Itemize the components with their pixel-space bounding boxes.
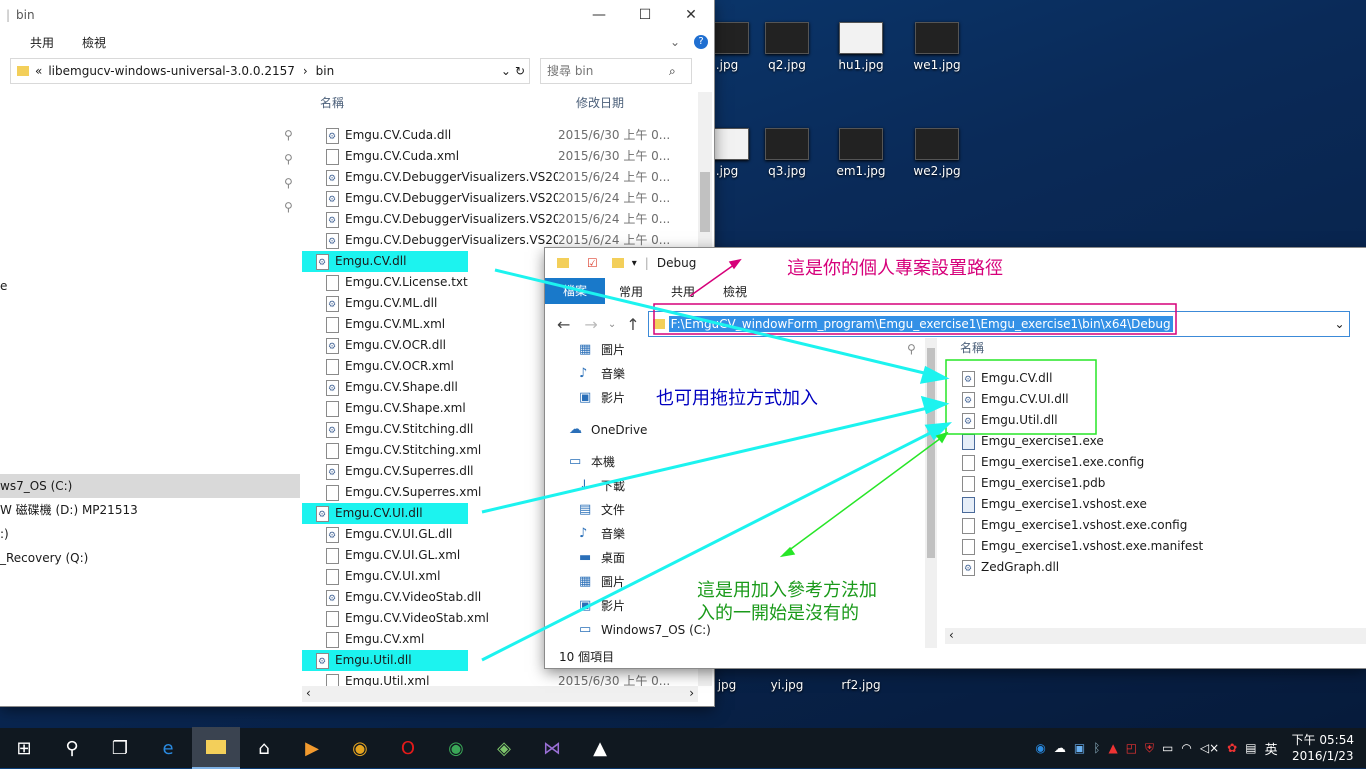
taskbar: ⊞ ⚲ ❐ e ⌂ ▶ ◉ O ◉ ◈ ⋈ ▲ ◉ ☁ ▣ ᛒ ▲ ◰ ⛨ ▭ … [0, 727, 1366, 769]
path-highlight-box [653, 303, 1177, 335]
bluetooth-icon[interactable]: ᛒ [1093, 741, 1100, 755]
android-studio-icon[interactable]: ◈ [480, 728, 528, 768]
pdf-icon[interactable]: ◰ [1126, 741, 1137, 755]
onedrive-icon[interactable]: ☁ [1054, 741, 1066, 755]
clock[interactable]: 下午 05:54 2016/1/23 [1292, 732, 1354, 764]
tray-app-icon[interactable]: ▣ [1074, 741, 1085, 755]
action-center-icon[interactable]: ▤ [1245, 741, 1256, 755]
edge-icon[interactable]: e [144, 728, 192, 768]
opera-icon[interactable]: O [384, 728, 432, 768]
store-icon[interactable]: ⌂ [240, 728, 288, 768]
ime-mode-icon[interactable]: ✿ [1227, 741, 1237, 755]
wifi-icon[interactable]: ◠ [1181, 741, 1191, 755]
visual-studio-icon[interactable]: ⋈ [528, 728, 576, 768]
start-icon[interactable]: ⊞ [0, 728, 48, 768]
shield-icon[interactable]: ⛨ [1145, 741, 1154, 756]
references-highlight-box [945, 359, 1097, 435]
media-icon[interactable]: ▶ [288, 728, 336, 768]
annotation-ref-note-2: 入的一開始是沒有的 [697, 603, 859, 624]
chrome-alt-icon[interactable]: ◉ [432, 728, 480, 768]
tray-app-icon[interactable]: ▲ [1108, 741, 1117, 755]
task-view-icon[interactable]: ❐ [96, 728, 144, 768]
path-arrows [689, 258, 742, 297]
chrome-icon[interactable]: ◉ [336, 728, 384, 768]
ime-language[interactable]: 英 [1265, 739, 1278, 758]
search-icon[interactable]: ⚲ [48, 728, 96, 768]
system-tray: ◉ ☁ ▣ ᛒ ▲ ◰ ⛨ ▭ ◠ ◁× ✿ ▤ 英 下午 05:54 2016… [1031, 728, 1366, 768]
annotation-path-note: 這是你的個人專案設置路徑 [787, 258, 1003, 279]
clock-time: 下午 05:54 [1291, 733, 1354, 747]
battery-icon[interactable]: ▭ [1162, 741, 1173, 755]
tray-app-icon[interactable]: ◉ [1035, 741, 1045, 755]
file-explorer-icon[interactable] [192, 727, 240, 769]
annotation-overlay [481, 258, 1177, 662]
photos-icon[interactable]: ▲ [576, 728, 624, 768]
clock-date: 2016/1/23 [1292, 749, 1354, 763]
annotation-drag-note: 也可用拖拉方式加入 [656, 388, 818, 409]
volume-icon[interactable]: ◁× [1200, 741, 1219, 755]
